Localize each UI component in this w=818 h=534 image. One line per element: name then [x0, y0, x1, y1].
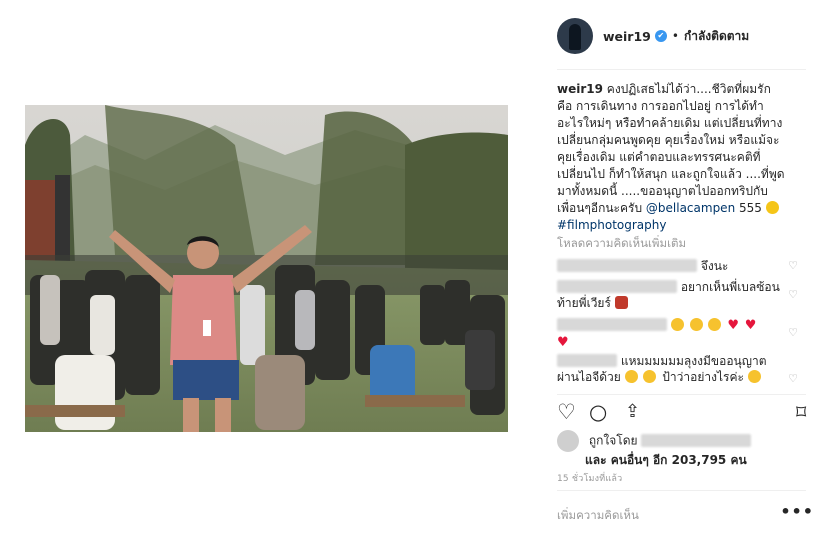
avatar[interactable] — [557, 18, 593, 54]
username-link[interactable]: weir19 — [603, 29, 651, 44]
caption-text: คงปฏิเสธไม่ได้ว่า....ชีวิตที่ผมรัก คือ ก… — [557, 82, 785, 215]
laughing-emoji-icon — [747, 370, 761, 383]
heart-emoji-icon: ♥ — [727, 318, 739, 333]
add-comment-input[interactable]: เพิ่มความคิดเห็น — [557, 507, 639, 525]
comment-icon[interactable]: ○ — [589, 400, 607, 424]
laughing-emoji-icon — [670, 318, 684, 331]
comment-item: อยากเห็นพี่เบลซ้อนท้ายพี่เวียร์ — [557, 279, 787, 311]
liked-by-label: ถูกใจโดย — [588, 433, 638, 448]
following-button[interactable]: กำลังติดตาม — [684, 27, 749, 46]
post-timestamp[interactable]: 15 ชั่วโมงที่แล้ว — [557, 471, 622, 485]
post-sidebar: weir19 ✔ • กำลังติดตาม weir19 คงปฏิเสธไม… — [545, 0, 818, 534]
header-divider — [557, 69, 806, 70]
comment-like-heart-icon[interactable]: ♡ — [788, 372, 798, 385]
comment-text: จึงนะ — [700, 259, 729, 273]
redacted-username — [557, 354, 617, 367]
photo-panel — [0, 0, 545, 534]
hashtag-link[interactable]: #filmphotography — [557, 218, 666, 232]
actions-divider — [557, 394, 806, 395]
heart-icon[interactable]: ♡ — [557, 400, 576, 424]
laughing-emoji-icon — [643, 370, 657, 383]
bookmark-icon[interactable]: ⌑ — [796, 400, 806, 424]
mention-link[interactable]: @bellacampen — [646, 201, 735, 215]
separator-dot: • — [671, 29, 679, 43]
redacted-username — [557, 280, 677, 293]
redacted-username — [557, 318, 667, 331]
comment-like-heart-icon[interactable]: ♡ — [788, 259, 798, 272]
more-options-button[interactable]: ••• — [780, 502, 814, 521]
verified-badge-icon: ✔ — [654, 30, 667, 42]
comment-like-heart-icon[interactable]: ♡ — [788, 326, 798, 339]
post-photo[interactable] — [25, 105, 508, 432]
share-icon[interactable]: ⇪ — [625, 400, 640, 424]
post-header: weir19 ✔ • กำลังติดตาม — [557, 16, 749, 56]
comment-item: ♥ ♥ ♥ — [557, 317, 787, 351]
likes-summary: ถูกใจโดย และ คนอื่นๆ อีก 203,795 คน — [557, 430, 807, 469]
motorcycle-emoji-icon — [614, 296, 628, 309]
comment-item: แหมมมมมมลุงงมีขออนุญาตผ่านไอจีด้วย ป้าว่… — [557, 353, 787, 385]
redacted-liker — [641, 433, 752, 447]
laughing-emoji-icon — [708, 318, 722, 331]
heart-emoji-icon: ♥ — [557, 335, 569, 350]
caption-tail: 555 — [739, 201, 762, 215]
likes-count[interactable]: และ คนอื่นๆ อีก 203,795 คน — [585, 453, 747, 467]
comment-input-divider — [557, 490, 806, 491]
festival-photo — [25, 105, 508, 432]
caption-username[interactable]: weir19 — [557, 82, 603, 96]
heart-emoji-icon: ♥ — [744, 318, 757, 333]
comment-item: จึงนะ — [557, 258, 787, 274]
laughing-emoji-icon — [689, 318, 703, 331]
post-caption: weir19 คงปฏิเสธไม่ได้ว่า....ชีวิตที่ผมรั… — [557, 81, 787, 234]
load-more-comments[interactable]: โหลดความคิดเห็นเพิ่มเติม — [557, 235, 686, 253]
liker-avatar[interactable] — [557, 430, 579, 452]
laughing-emoji-icon — [624, 370, 638, 383]
redacted-username — [557, 259, 697, 272]
comment-text-2: ป้าว่าอย่างไรค่ะ — [662, 370, 744, 384]
grin-emoji-icon — [765, 201, 779, 214]
post-actions: ♡ ○ ⇪ ⌑ — [553, 400, 818, 428]
comment-like-heart-icon[interactable]: ♡ — [788, 288, 798, 301]
